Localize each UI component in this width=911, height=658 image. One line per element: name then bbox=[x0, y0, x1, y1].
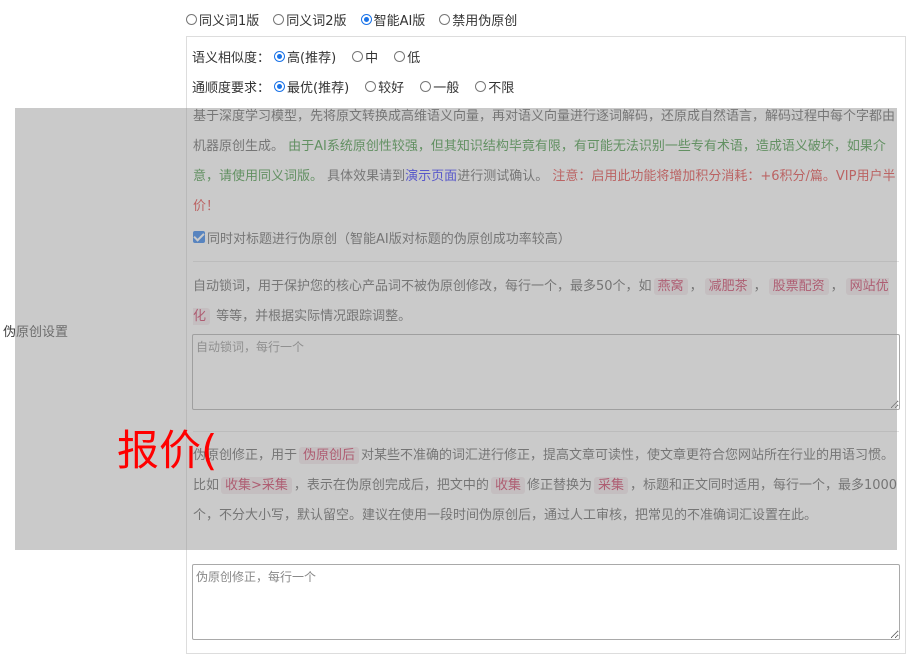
radio-fluency-best[interactable]: 最优(推荐) bbox=[274, 77, 349, 96]
radio-dot[interactable] bbox=[420, 80, 432, 92]
lock-words-textarea[interactable] bbox=[192, 334, 900, 410]
example-code: 收集>采集 bbox=[221, 477, 292, 494]
radio-dot[interactable] bbox=[352, 50, 364, 62]
similarity-row: 语义相似度： 高(推荐) 中 低 bbox=[192, 46, 434, 66]
divider bbox=[193, 431, 899, 432]
radio-ai-version[interactable]: 智能AI版 bbox=[360, 10, 425, 29]
radio-fluency-any[interactable]: 不限 bbox=[475, 77, 514, 96]
radio-dot-checked[interactable] bbox=[360, 13, 372, 25]
radio-dot-checked[interactable] bbox=[274, 80, 286, 92]
example-code: 收集 bbox=[490, 477, 525, 494]
lock-words-description: 自动锁词，用于保护您的核心产品词不被伪原创修改，每行一个，最多50个，如 燕窝，减… bbox=[193, 278, 889, 325]
radio-similarity-medium[interactable]: 中 bbox=[352, 47, 378, 66]
radio-dot[interactable] bbox=[439, 13, 451, 25]
radio-similarity-low[interactable]: 低 bbox=[394, 47, 420, 66]
radio-dot[interactable] bbox=[394, 50, 406, 62]
radio-synonym-v1[interactable]: 同义词1版 bbox=[186, 10, 259, 29]
section-label-rewrite-settings: 伪原创设置 bbox=[3, 325, 69, 340]
radio-disable-rewrite[interactable]: 禁用伪原创 bbox=[439, 10, 517, 29]
ai-settings-panel: 语义相似度： 高(推荐) 中 低 通顺度要求： 最优(推荐) 较好 一般 不限 … bbox=[186, 36, 906, 654]
radio-dot[interactable] bbox=[186, 13, 197, 25]
similarity-label: 语义相似度： bbox=[192, 50, 271, 66]
checkbox-checked-icon[interactable] bbox=[193, 231, 205, 243]
divider bbox=[193, 261, 899, 262]
radio-dot[interactable] bbox=[475, 80, 487, 92]
correction-description: 伪原创修正，用于 伪原创后 对某些不准确的词汇进行修正，提高文章可读性，使文章更符合… bbox=[193, 447, 898, 523]
example-code: 股票配资 bbox=[768, 278, 829, 295]
price-stamp-text: 报价( bbox=[117, 426, 218, 475]
radio-fluency-normal[interactable]: 一般 bbox=[420, 77, 459, 96]
radio-dot[interactable] bbox=[273, 13, 285, 25]
demo-page-link[interactable]: 演示页面 bbox=[405, 169, 457, 184]
title-rewrite-checkbox[interactable]: 同时对标题进行伪原创（智能AI版对标题的伪原创成功率较高） bbox=[193, 227, 571, 247]
fluency-row: 通顺度要求： 最优(推荐) 较好 一般 不限 bbox=[192, 76, 528, 96]
example-code: 伪原创后 bbox=[299, 447, 360, 464]
example-code: 减肥茶 bbox=[704, 278, 752, 295]
correction-textarea[interactable] bbox=[192, 564, 900, 640]
example-code: 采集 bbox=[593, 477, 628, 494]
radio-dot[interactable] bbox=[365, 80, 377, 92]
example-code: 燕窝 bbox=[653, 278, 688, 295]
fluency-label: 通顺度要求： bbox=[192, 80, 271, 96]
radio-similarity-high[interactable]: 高(推荐) bbox=[274, 47, 336, 66]
radio-fluency-good[interactable]: 较好 bbox=[365, 77, 404, 96]
version-radio-group: 同义词1版 同义词2版 智能AI版 禁用伪原创 bbox=[186, 9, 531, 29]
radio-dot-checked[interactable] bbox=[274, 50, 286, 62]
ai-description: 基于深度学习模型，先将原文转换成高维语义向量，再对语义向量进行逐词解码，还原成自… bbox=[193, 109, 896, 214]
radio-synonym-v2[interactable]: 同义词2版 bbox=[273, 10, 347, 29]
